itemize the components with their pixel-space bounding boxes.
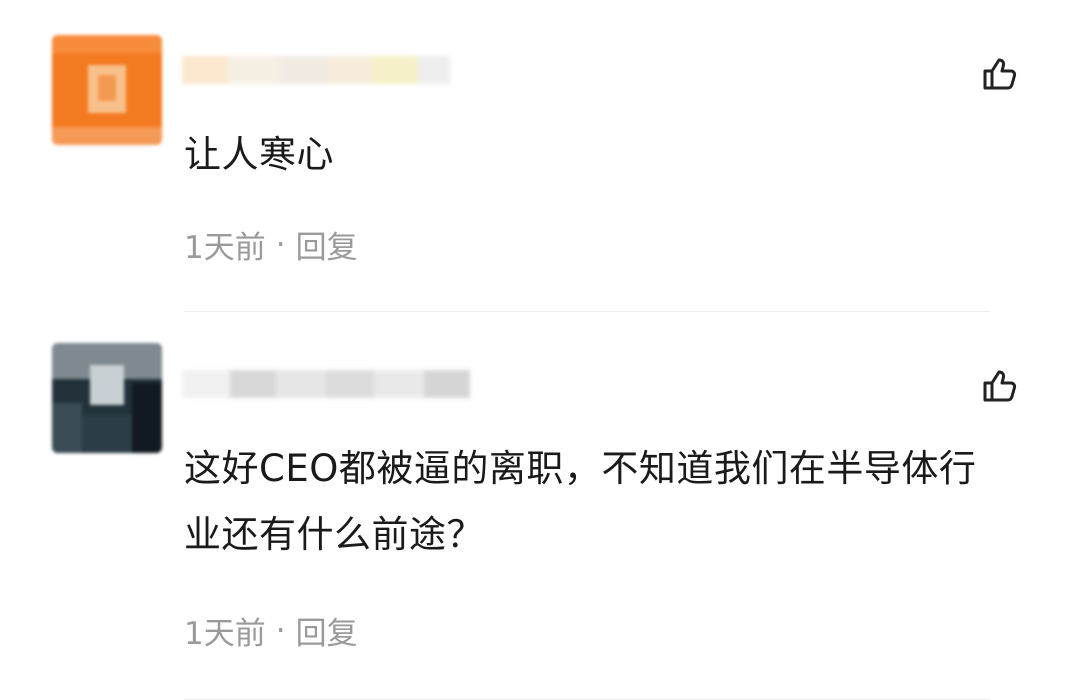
avatar[interactable]: [52, 343, 162, 453]
comment-meta: 1天前 · 回复: [184, 222, 358, 267]
timestamp: 1天前: [184, 230, 266, 266]
like-button[interactable]: [978, 364, 1022, 408]
timestamp: 1天前: [184, 616, 266, 652]
thumbs-up-icon: [983, 370, 1017, 402]
meta-separator: ·: [275, 226, 286, 263]
reply-button[interactable]: 回复: [296, 608, 358, 653]
comment-meta: 1天前 · 回复: [184, 608, 358, 653]
avatar[interactable]: [52, 35, 162, 145]
username-blurred[interactable]: [182, 364, 470, 404]
comment-item: 让人寒心 1天前 · 回复: [0, 0, 1080, 312]
comment-text: 这好CEO都被逼的离职，不知道我们在半导体行业还有什么前途？: [184, 447, 977, 556]
meta-separator: ·: [275, 612, 286, 649]
username-blurred[interactable]: [182, 50, 450, 90]
reply-button[interactable]: 回复: [296, 222, 358, 267]
thumbs-up-icon: [983, 58, 1017, 90]
like-button[interactable]: [978, 52, 1022, 96]
comment-text: 让人寒心: [184, 133, 334, 176]
comment-item: 这好CEO都被逼的离职，不知道我们在半导体行业还有什么前途？ 1天前 · 回复: [0, 312, 1080, 700]
